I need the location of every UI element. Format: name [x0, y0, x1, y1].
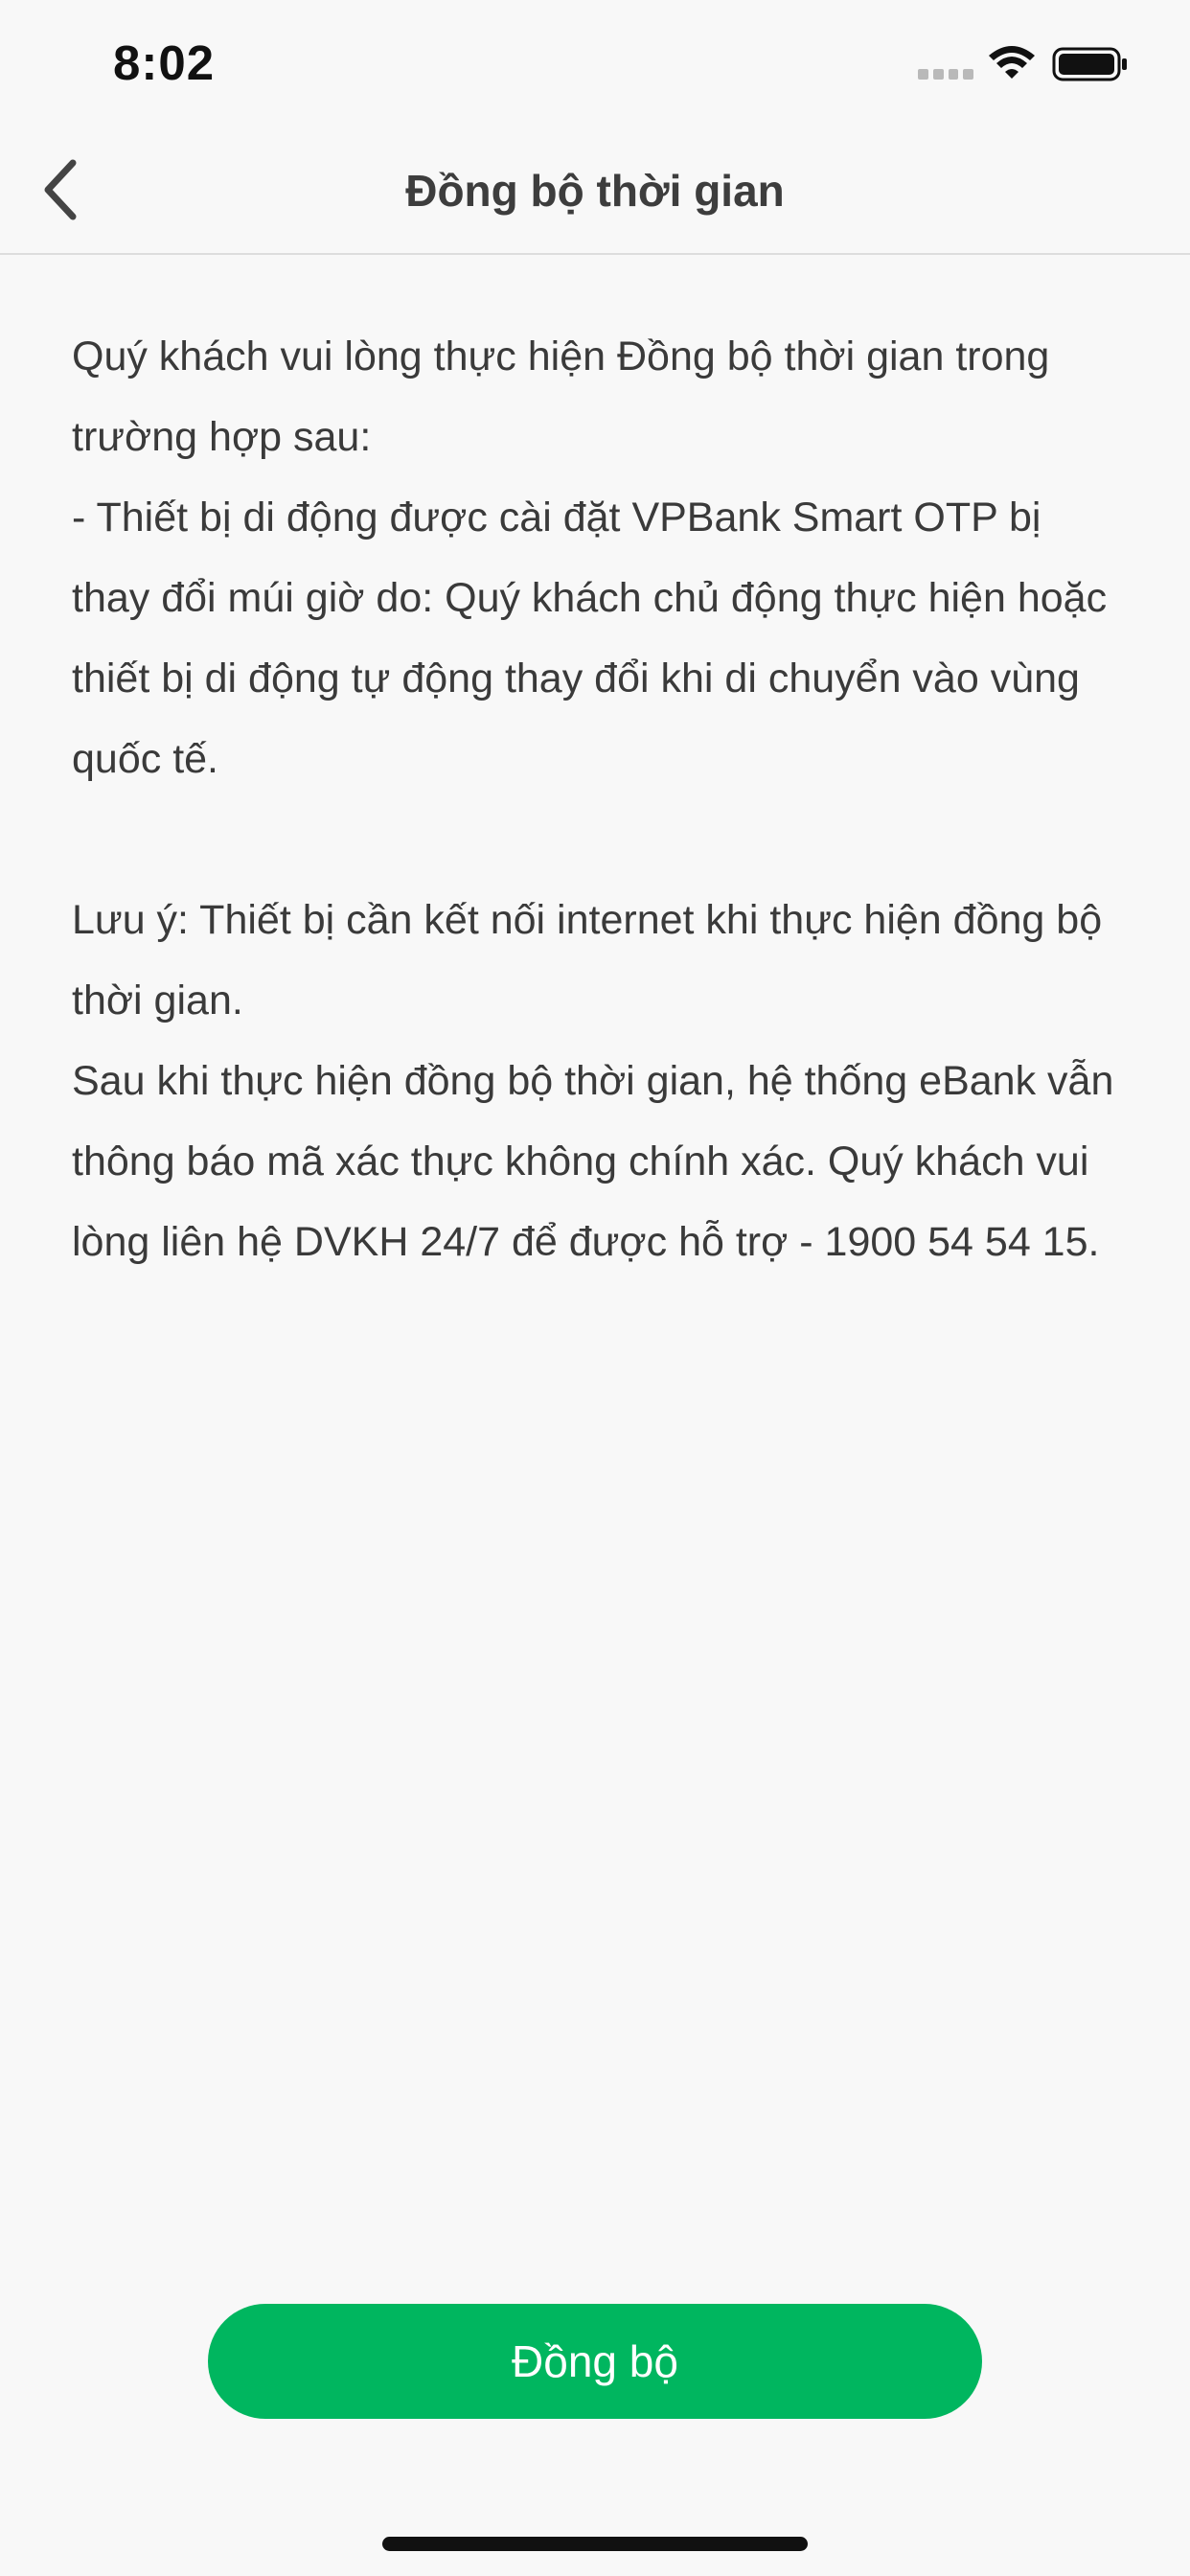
home-indicator: [382, 2537, 808, 2551]
battery-icon: [1052, 47, 1127, 81]
page-title: Đồng bộ thời gian: [405, 166, 785, 216]
navigation-bar: Đồng bộ thời gian: [0, 126, 1190, 255]
signal-icon: [918, 69, 973, 80]
support-paragraph: Sau khi thực hiện đồng bộ thời gian, hệ …: [72, 1058, 1114, 1265]
note-paragraph: Lưu ý: Thiết bị cần kết nối internet khi…: [72, 897, 1103, 1024]
instruction-content: Quý khách vui lòng thực hiện Đồng bộ thờ…: [72, 316, 1126, 1282]
instruction-paragraph-1: Quý khách vui lòng thực hiện Đồng bộ thờ…: [72, 334, 1050, 460]
wifi-icon: [989, 46, 1035, 79]
status-time: 8:02: [113, 35, 216, 90]
status-bar: 8:02: [0, 0, 1190, 126]
instruction-paragraph-2: - Thiết bị di động được cài đặt VPBank S…: [72, 494, 1108, 782]
sync-button[interactable]: Đồng bộ: [208, 2304, 982, 2419]
